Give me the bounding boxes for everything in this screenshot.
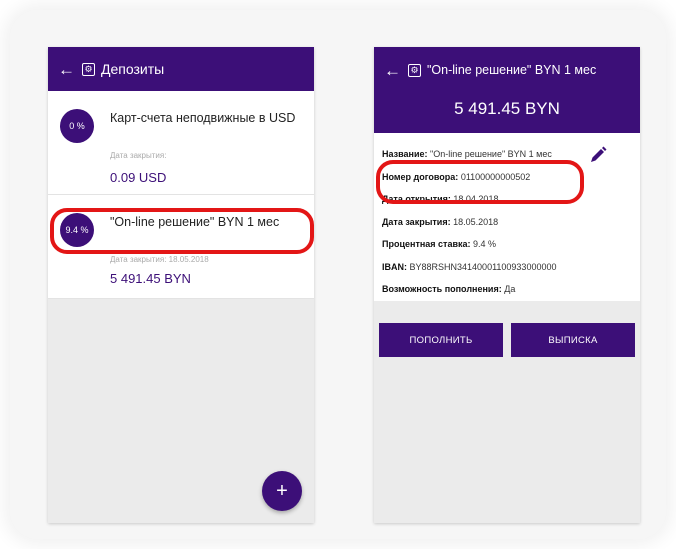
detail-row-iban: IBAN: BY88RSHN34140001100933000000 [382,261,557,272]
back-arrow-icon[interactable]: ← [384,62,406,79]
deposit-amount: 5 491.45 BYN [110,271,191,286]
deposit-list-item[interactable]: 0 % Карт-счета неподвижные в USD Дата за… [48,91,314,195]
deposit-close-date: Дата закрытия: 18.05.2018 [110,255,209,264]
deposit-balance: 5 491.45 BYN [454,99,560,118]
deposit-details: Название: "On-line решение" BYN 1 мес Но… [374,133,640,301]
back-arrow-icon[interactable]: ← [58,61,80,78]
gear-icon: ⚙ [408,63,421,77]
page-title: Депозиты [101,61,165,77]
deposit-detail-screen: ← ⚙ "On-line решение" BYN 1 мес 5 491.45… [374,47,640,523]
plus-icon: + [276,479,288,502]
deposit-close-date: Дата закрытия: [110,151,167,160]
deposit-name: "On-line решение" BYN 1 мес [110,215,280,229]
detail-app-bar: ← ⚙ "On-line решение" BYN 1 мес [374,47,640,93]
pencil-icon[interactable] [588,145,608,165]
detail-row-contract-number: Номер договора: 01100000000502 [382,171,531,182]
deposits-list-screen: ← ⚙ Депозиты 0 % Карт-счета неподвижные … [48,47,314,523]
add-deposit-button[interactable]: + [262,471,302,511]
rate-badge: 0 % [60,109,94,143]
deposit-name: Карт-счета неподвижные в USD [110,111,296,125]
deposit-list-item[interactable]: 9.4 % "On-line решение" BYN 1 мес Дата з… [48,195,314,299]
action-buttons: ПОПОЛНИТЬ ВЫПИСКА [374,301,640,357]
detail-row-replenishment: Возможность пополнения: Да [382,284,516,294]
deposits-list: 0 % Карт-счета неподвижные в USD Дата за… [48,91,314,299]
detail-header: ← ⚙ "On-line решение" BYN 1 мес 5 491.45… [374,47,640,133]
detail-row-close-date: Дата закрытия: 18.05.2018 [382,216,499,227]
detail-row-open-date: Дата открытия: 18.04.2018 [382,194,499,204]
deposit-amount: 0.09 USD [110,170,167,185]
replenish-button[interactable]: ПОПОЛНИТЬ [379,323,503,357]
rate-badge: 9.4 % [60,213,94,247]
deposits-app-bar: ← ⚙ Депозиты [48,47,314,91]
statement-button[interactable]: ВЫПИСКА [511,323,635,357]
detail-row-interest-rate: Процентная ставка: 9.4 % [382,239,497,249]
gear-icon: ⚙ [82,62,95,76]
page-title: "On-line решение" BYN 1 мес [427,63,597,77]
